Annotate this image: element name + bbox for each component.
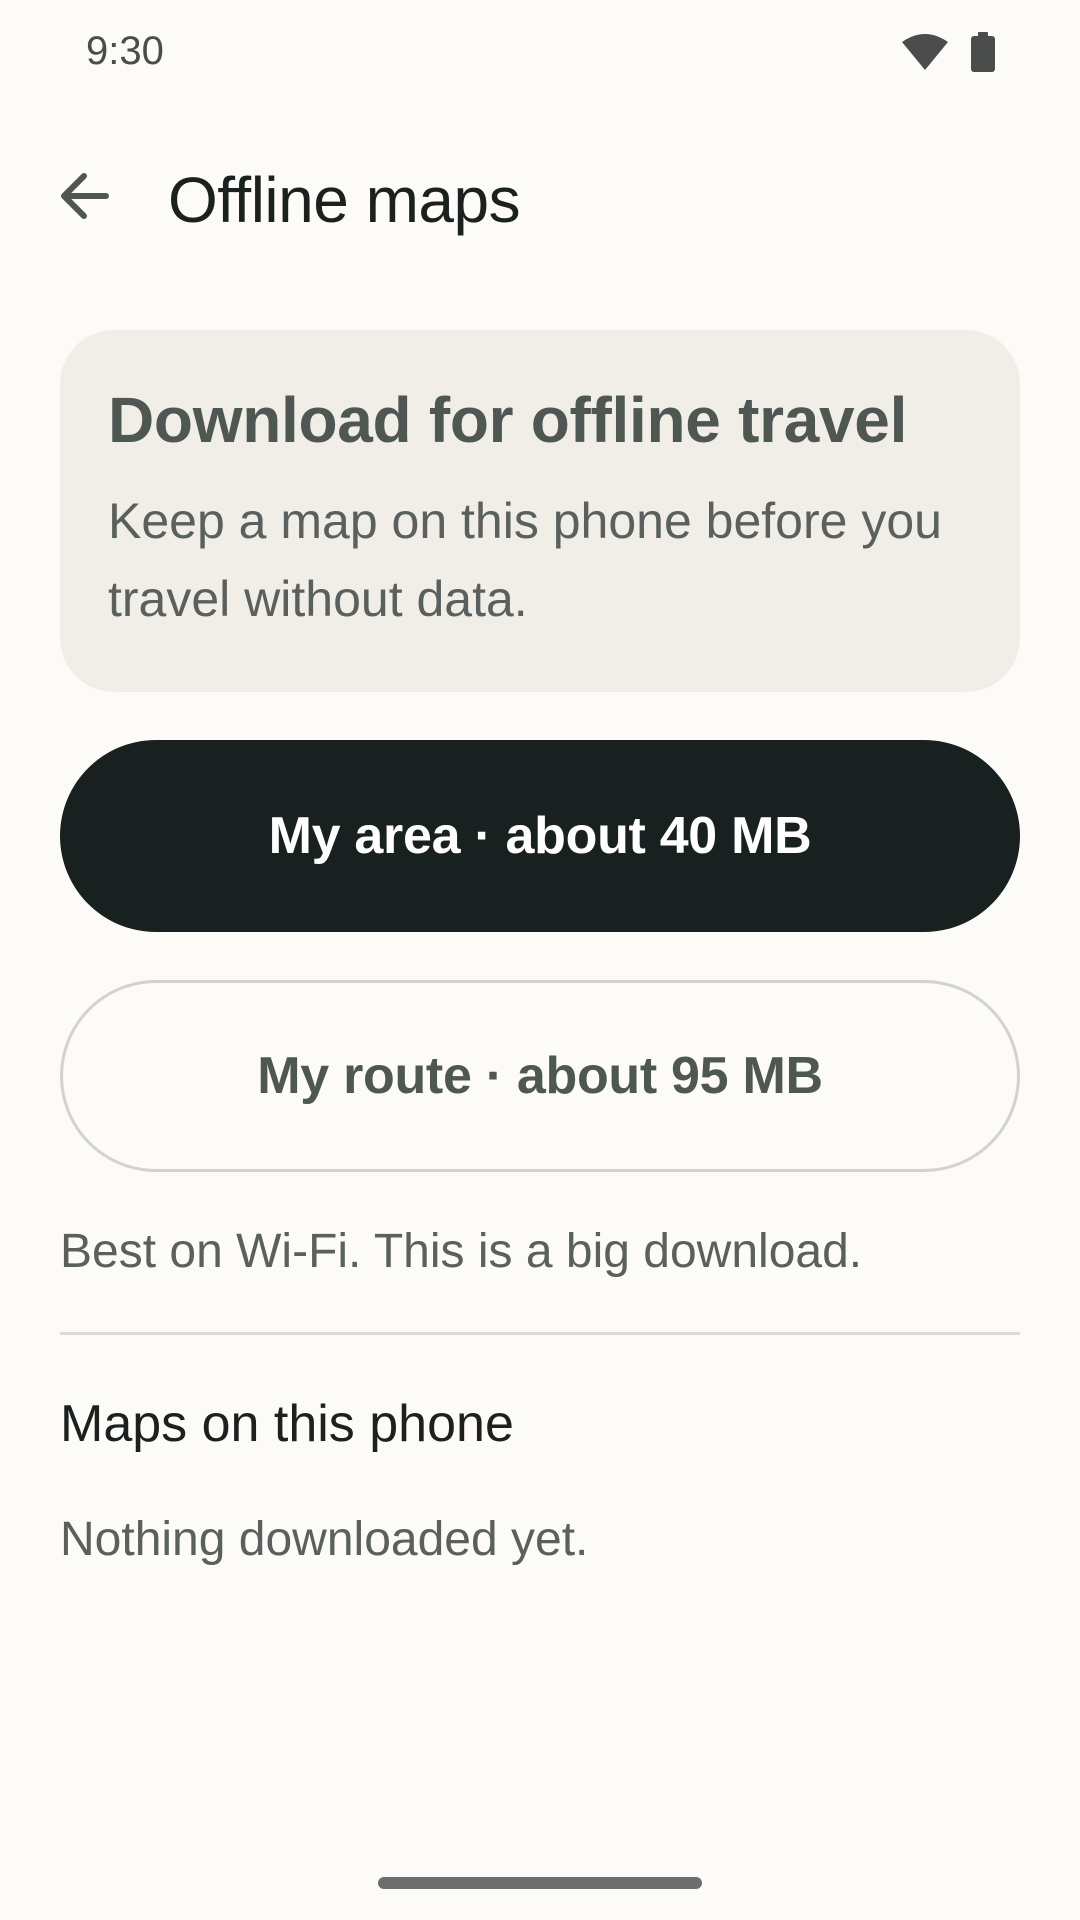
app-bar: Offline maps: [0, 140, 1080, 260]
battery-icon: [970, 32, 996, 77]
back-button[interactable]: [48, 162, 120, 234]
arrow-back-icon: [56, 168, 112, 229]
wifi-hint-text: Best on Wi-Fi. This is a big download.: [60, 1225, 863, 1278]
status-icons: [902, 32, 996, 77]
page-title: Offline maps: [168, 164, 521, 236]
status-time: 9:30: [86, 29, 164, 73]
divider: [60, 1332, 1020, 1335]
downloaded-maps-empty-text: Nothing downloaded yet.: [60, 1513, 589, 1566]
info-card: Download for offline travel Keep a map o…: [60, 330, 1020, 692]
wifi-icon: [902, 34, 948, 75]
info-card-body: Keep a map on this phone before you trav…: [108, 493, 942, 627]
status-bar: 9:30: [0, 0, 1080, 100]
download-my-area-button[interactable]: My area · about 40 MB: [60, 740, 1020, 932]
download-my-route-button[interactable]: My route · about 95 MB: [60, 980, 1020, 1172]
home-indicator[interactable]: [378, 1877, 702, 1889]
downloaded-maps-title: Maps on this phone: [60, 1395, 514, 1453]
info-card-title: Download for offline travel: [108, 384, 908, 456]
